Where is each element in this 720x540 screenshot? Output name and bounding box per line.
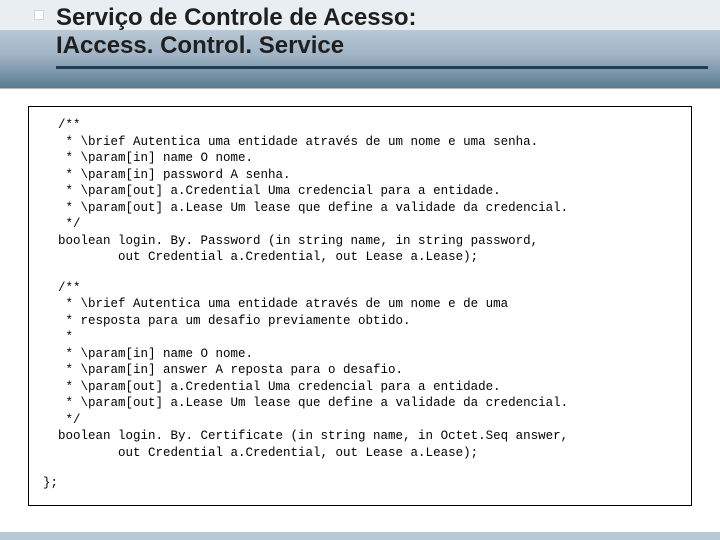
code-close: }; <box>43 475 685 492</box>
code-block-1: /** * \brief Autentica uma entidade atra… <box>43 117 685 266</box>
header-separator <box>0 88 720 89</box>
title-bullet-icon <box>34 10 44 20</box>
code-gap <box>43 266 685 280</box>
code-block-2: /** * \brief Autentica uma entidade atra… <box>43 280 685 462</box>
title-underline <box>56 66 708 69</box>
code-gap-2 <box>43 461 685 475</box>
footer-band <box>0 532 720 540</box>
title-line-1: Serviço de Controle de Acesso: <box>56 4 700 32</box>
code-card: /** * \brief Autentica uma entidade atra… <box>28 106 692 506</box>
title-line-2: IAccess. Control. Service <box>56 32 700 60</box>
title-block: Serviço de Controle de Acesso: IAccess. … <box>56 4 700 61</box>
slide-header: Serviço de Controle de Acesso: IAccess. … <box>0 0 720 88</box>
